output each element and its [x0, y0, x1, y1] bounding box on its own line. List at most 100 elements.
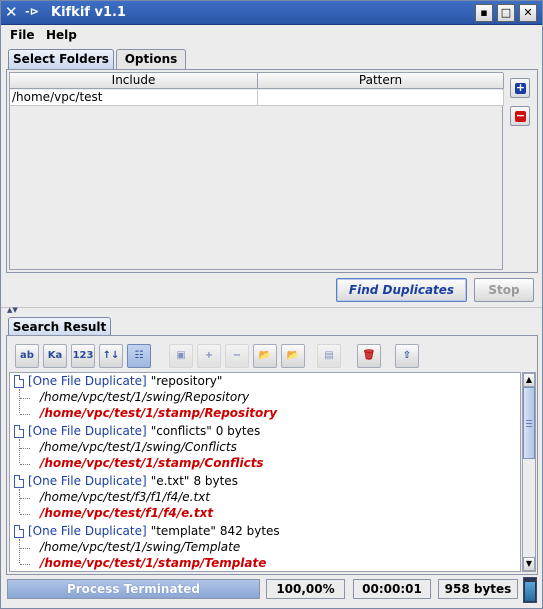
duplicate-size: 0 bytes [215, 424, 261, 438]
memory-fill [525, 582, 535, 601]
search-result-panel: ab Ka 123 ↑↓ ☷ ▣ + − 📂 📂 ▤ 🗑 ⇧ [One File Duplicate] "… [6, 335, 538, 575]
duplicate-group[interactable]: [One File Duplicate] "conflicts" 0 bytes [10, 424, 260, 440]
kept-file-path[interactable]: /home/vpc/test/1/stamp/Template [40, 556, 266, 571]
export-icon: ⇧ [402, 350, 412, 361]
sort-by-name-button[interactable]: ab [15, 344, 39, 368]
maximize-button[interactable]: □ [497, 4, 515, 22]
tab-select-folders[interactable]: Select Folders [8, 49, 114, 69]
duplicate-group[interactable]: [One File Duplicate] "e.txt" 8 bytes [10, 474, 238, 490]
table-cell-pattern[interactable] [258, 90, 504, 106]
percent-status: 100,00% [266, 579, 345, 599]
sort-order-icon: ↑↓ [102, 350, 120, 361]
duplicate-type: [One File Duplicate] [28, 424, 147, 438]
sort-by-number-button[interactable]: 123 [71, 344, 95, 368]
close-button[interactable]: ✕ [519, 4, 537, 22]
duplicate-group[interactable]: [One File Duplicate] "repository" [10, 374, 226, 390]
table-cell-include[interactable]: /home/vpc/test [10, 90, 258, 106]
tree-branch [20, 498, 30, 499]
properties-button[interactable]: ▤ [317, 344, 341, 368]
tree-branch [20, 414, 30, 415]
expand-button[interactable]: + [197, 344, 221, 368]
total-size: 958 bytes [438, 579, 518, 599]
minimize-icon: ▪ [480, 6, 488, 19]
vertical-scrollbar[interactable]: ▲ ▼ [522, 372, 536, 572]
splitter-arrows-icon[interactable]: ▲▼ [7, 306, 18, 314]
tab-search-result[interactable]: Search Result [8, 317, 111, 337]
open-folder-red-icon: 📂 [286, 350, 300, 361]
duplicate-file-path[interactable]: /home/vpc/test/1/swing/Conflicts [40, 440, 237, 456]
tree-connector [19, 389, 20, 413]
select-all-button[interactable]: ▣ [169, 344, 193, 368]
select-all-icon: ▣ [176, 350, 186, 361]
open-folder-button[interactable]: 📂 [253, 344, 277, 368]
remove-folder-button[interactable]: − [510, 106, 530, 126]
open-folder-icon: 📂 [258, 350, 272, 361]
sort-by-kind-button[interactable]: Ka [43, 344, 67, 368]
export-button[interactable]: ⇧ [395, 344, 419, 368]
tree-branch [20, 514, 30, 515]
collapse-icon: − [232, 350, 242, 361]
duplicate-file-path[interactable]: /home/vpc/test/1/swing/Template [40, 540, 240, 556]
status-bar: Process Terminated 100,00% 00:00:01 958 … [1, 577, 542, 607]
folders-table[interactable]: Include Pattern /home/vpc/test [9, 72, 504, 270]
tree-branch [20, 548, 30, 549]
title-bar[interactable]: ✕ -⊳ Kifkif v1.1 ▪ □ ✕ [1, 1, 542, 25]
split-pane-divider[interactable]: ▲▼ [1, 306, 542, 314]
duplicate-type: [One File Duplicate] [28, 474, 147, 488]
file-icon [14, 375, 24, 388]
menu-help[interactable]: Help [46, 28, 77, 42]
open-folder-red-button[interactable]: 📂 [281, 344, 305, 368]
column-header-pattern[interactable]: Pattern [258, 73, 504, 89]
tree-view-button[interactable]: ☷ [127, 344, 151, 368]
duplicate-name: "conflicts" [150, 424, 212, 438]
kept-file-path[interactable]: /home/vpc/test/f1/f4/e.txt [40, 506, 213, 522]
duplicate-name: "repository" [150, 374, 223, 388]
duplicate-size: 842 bytes [219, 524, 280, 538]
minimize-button[interactable]: ▪ [475, 4, 493, 22]
file-icon [14, 475, 24, 488]
sort-order-button[interactable]: ↑↓ [99, 344, 123, 368]
add-folder-button[interactable]: + [510, 78, 530, 98]
tree-view-icon: ☷ [134, 350, 144, 361]
result-tree[interactable]: [One File Duplicate] "repository"/home/vp… [9, 372, 521, 572]
tree-branch [20, 564, 30, 565]
progress-bar: Process Terminated [7, 579, 260, 599]
duplicate-type: [One File Duplicate] [28, 524, 147, 538]
duplicate-name: "e.txt" [150, 474, 190, 488]
tree-connector [19, 439, 20, 463]
find-duplicates-button[interactable]: Find Duplicates [336, 278, 467, 302]
kept-file-path[interactable]: /home/vpc/test/1/stamp/Conflicts [40, 456, 264, 472]
menu-file[interactable]: File [10, 28, 35, 42]
duplicate-size: 8 bytes [193, 474, 238, 488]
duplicate-group[interactable]: [One File Duplicate] "template" 842 bytes [10, 524, 280, 540]
kept-file-path[interactable]: /home/vpc/test/1/stamp/Repository [40, 406, 277, 422]
window-title: Kifkif v1.1 [51, 5, 126, 20]
elapsed-time: 00:00:01 [353, 579, 431, 599]
tree-branch [20, 398, 30, 399]
scroll-down-arrow-icon[interactable]: ▼ [523, 557, 535, 571]
delete-button[interactable]: 🗑 [357, 344, 381, 368]
memory-indicator [523, 577, 537, 603]
sort-kind-icon: Ka [47, 350, 63, 361]
tab-options[interactable]: Options [116, 49, 186, 69]
minus-icon: − [515, 109, 526, 122]
scrollbar-thumb[interactable] [523, 387, 535, 459]
duplicate-file-path[interactable]: /home/vpc/test/1/swing/Repository [40, 390, 249, 406]
app-window: ✕ -⊳ Kifkif v1.1 ▪ □ ✕ File Help Select … [0, 0, 543, 609]
plus-icon: + [515, 81, 526, 94]
column-header-include[interactable]: Include [10, 73, 258, 89]
scroll-up-arrow-icon[interactable]: ▲ [523, 373, 535, 387]
tree-branch [20, 448, 30, 449]
process-status: Process Terminated [66, 582, 201, 596]
duplicate-type: [One File Duplicate] [28, 374, 147, 388]
stop-button[interactable]: Stop [474, 278, 534, 302]
maximize-icon: □ [500, 6, 512, 19]
close-icon: ✕ [523, 6, 533, 19]
window-menu-icon[interactable]: ✕ [5, 4, 21, 20]
collapse-button[interactable]: − [225, 344, 249, 368]
trash-icon: 🗑 [362, 350, 376, 361]
duplicate-file-path[interactable]: /home/vpc/test/f3/f1/f4/e.txt [40, 490, 210, 506]
pin-icon[interactable]: -⊳ [25, 5, 43, 19]
tree-connector [19, 539, 20, 563]
sort-alpha-icon: ab [20, 350, 34, 361]
